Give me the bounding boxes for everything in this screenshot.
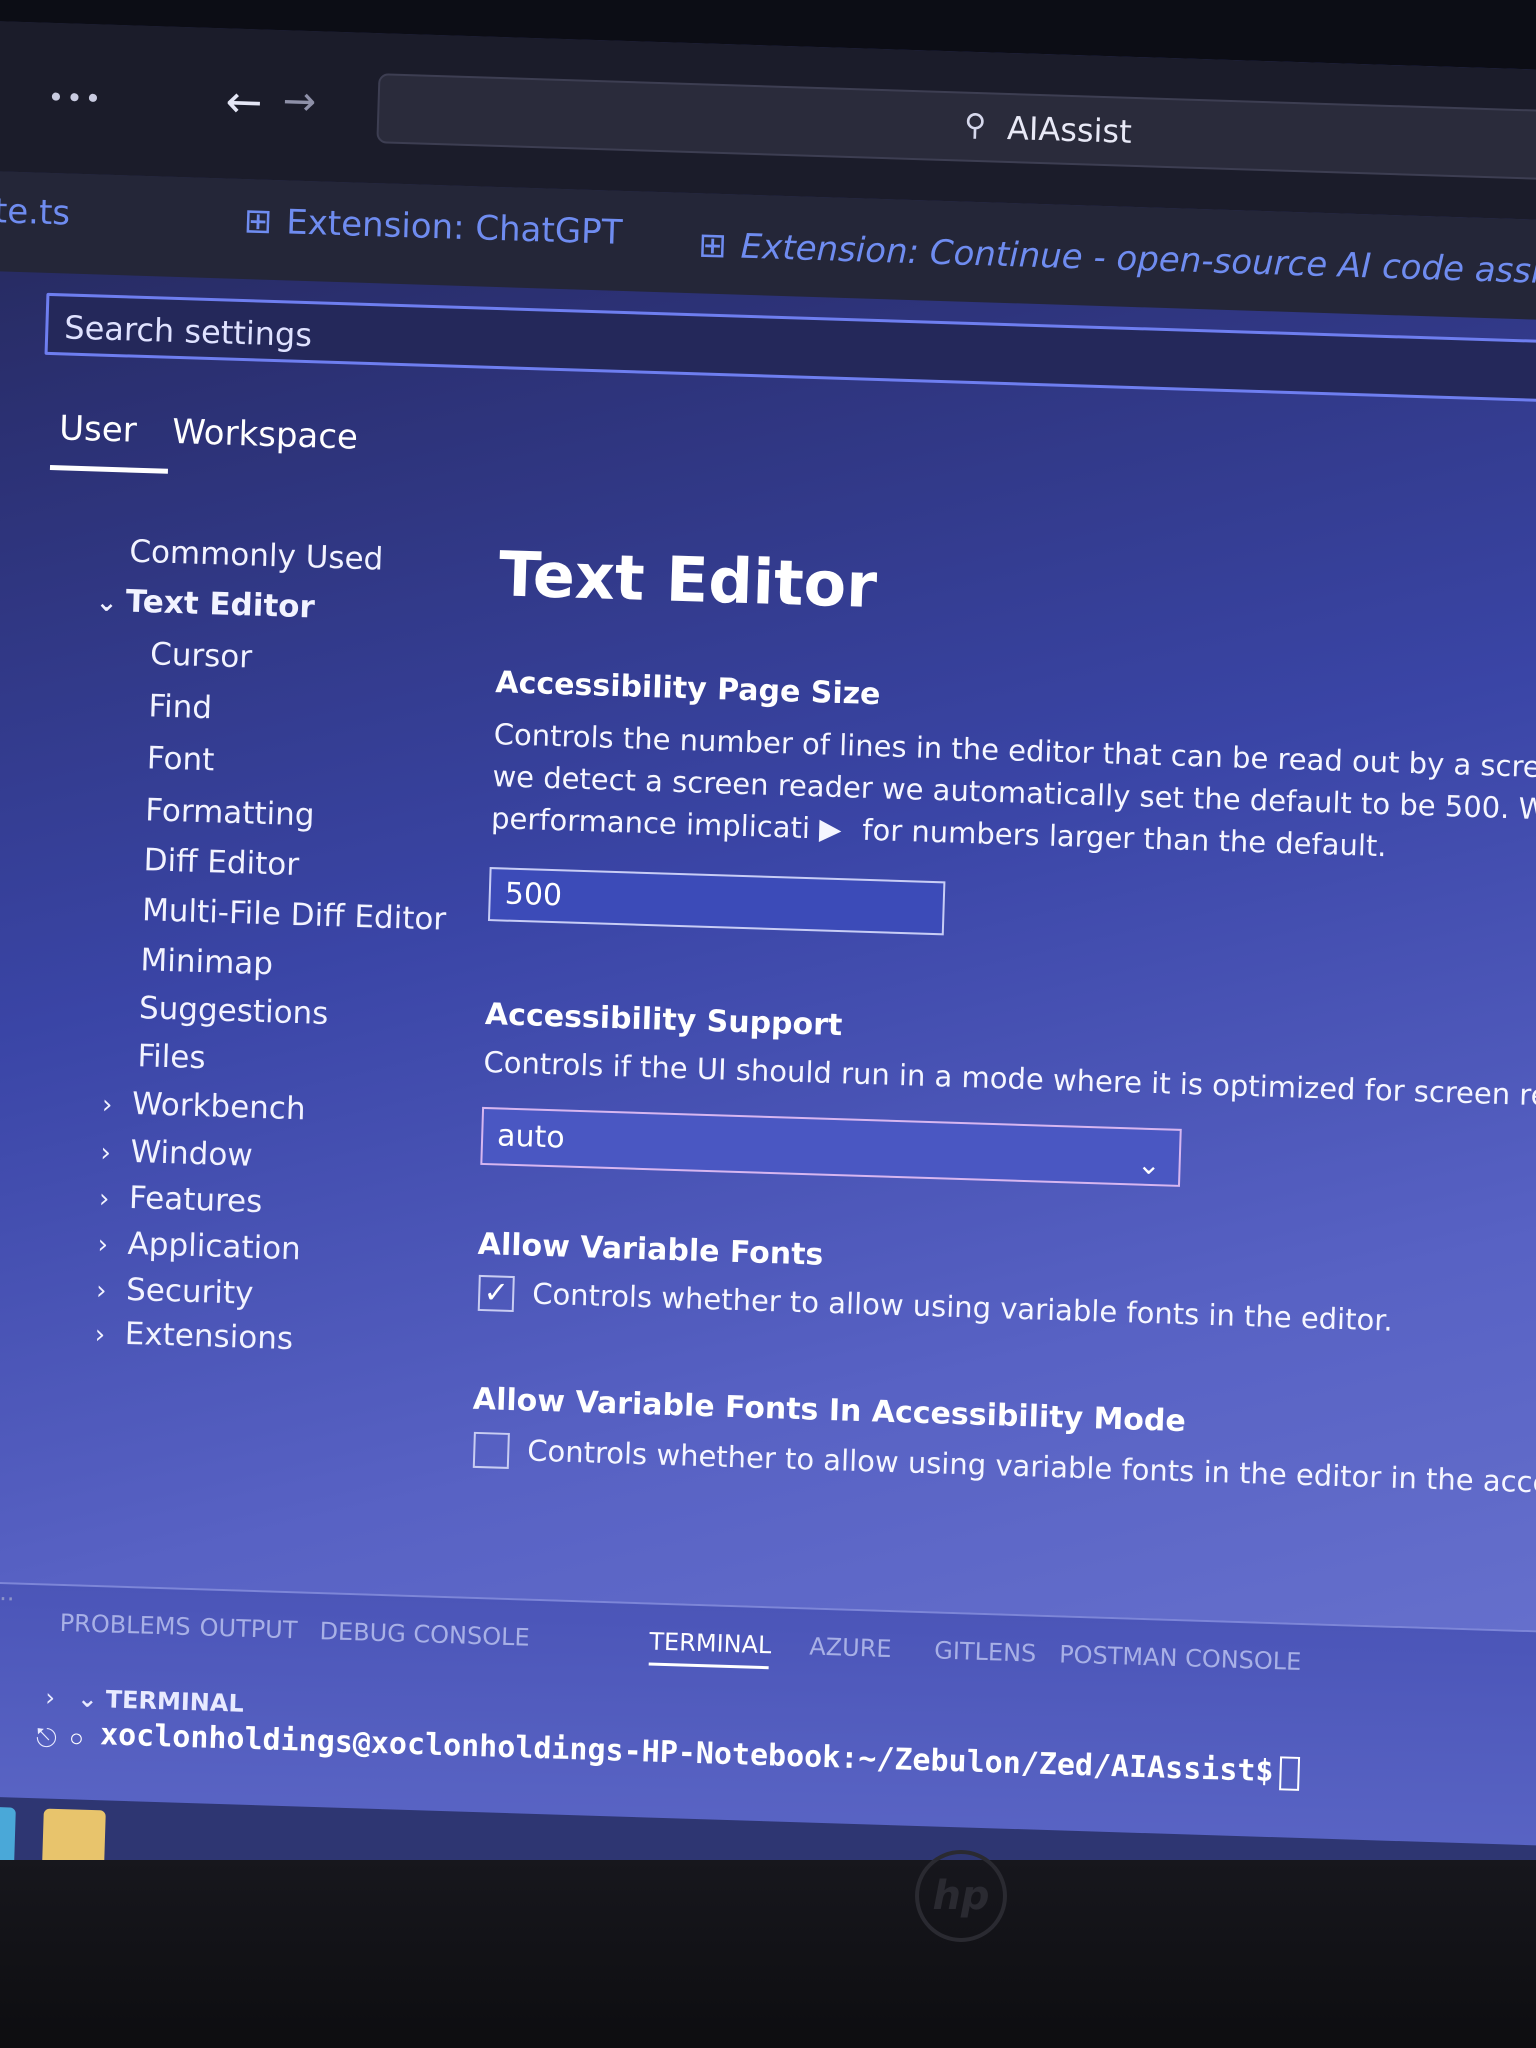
mouse-cursor-icon: ▶: [818, 811, 843, 847]
toc-item-commonly-used[interactable]: Commonly Used: [129, 534, 384, 578]
tab-extension-continue[interactable]: ⊞ Extension: Continue - open-source AI co…: [698, 225, 1536, 294]
tab-label: Extension: ChatGPT: [285, 202, 624, 253]
chevron-down-icon: ⌄: [95, 587, 119, 619]
setting-title-allow-variable-fonts: Allow Variable Fonts: [477, 1226, 824, 1273]
setting-desc-part: performance implicati: [490, 801, 811, 846]
tab-gitlens[interactable]: GITLENS: [934, 1636, 1037, 1667]
toc-label: Commonly Used: [128, 533, 384, 578]
toc-label: Features: [128, 1179, 263, 1221]
plug-icon: ⎋: [35, 1723, 58, 1754]
hp-logo-text: hp: [932, 1873, 990, 1919]
text-cursor: [1278, 1755, 1301, 1791]
chevron-right-icon: ›: [101, 1090, 113, 1121]
toc-item-formatting[interactable]: Formatting: [145, 792, 315, 833]
toc-item-window[interactable]: › Window: [100, 1133, 253, 1174]
checkmark-icon: ✓: [483, 1275, 510, 1311]
sidebar-truncated-label: UD...: [0, 1576, 16, 1607]
command-center[interactable]: ⚲ AIAssist: [376, 73, 1536, 183]
toc-label: Files: [136, 1038, 207, 1077]
toc-item-cursor[interactable]: Cursor: [150, 636, 253, 675]
toc-label: Extensions: [124, 1315, 294, 1358]
chevron-down-icon: ⌄: [1136, 1147, 1162, 1182]
tab-terminal[interactable]: TERMINAL: [649, 1627, 772, 1659]
laptop-bezel: [0, 1860, 1536, 2048]
chevron-right-icon: ›: [98, 1183, 110, 1215]
tab-problems[interactable]: PROBLEMS: [59, 1609, 191, 1641]
toc-label: Multi-File Diff Editor: [141, 892, 447, 938]
toc-item-diff-editor[interactable]: Diff Editor: [143, 842, 300, 883]
toc-label: Application: [127, 1225, 302, 1268]
toc-label: Text Editor: [125, 583, 316, 626]
setting-desc: Controls whether to allow using variable…: [526, 1433, 1536, 1501]
toc-label: Window: [129, 1133, 254, 1174]
chevron-right-icon[interactable]: ›: [45, 1684, 55, 1712]
toc-label: Formatting: [144, 792, 316, 834]
accessibility-support-select[interactable]: auto ⌄: [480, 1106, 1182, 1187]
chevron-right-icon: ›: [97, 1229, 109, 1261]
extensions-icon: ⊞: [697, 225, 728, 267]
setting-title-allow-variable-fonts-accessibility: Allow Variable Fonts In Accessibility Mo…: [472, 1381, 1187, 1440]
terminal-header-label: TERMINAL: [105, 1685, 245, 1718]
tab-user[interactable]: User: [59, 408, 138, 450]
chevron-right-icon: ›: [94, 1319, 106, 1351]
status-circle-icon: ○: [70, 1727, 83, 1749]
hp-logo: hp: [915, 1850, 1007, 1942]
toc-label: Security: [125, 1271, 255, 1312]
chevron-right-icon: ›: [100, 1137, 112, 1169]
vscode-app-icon[interactable]: [0, 1805, 16, 1866]
allow-variable-fonts-checkbox[interactable]: ✓: [477, 1274, 515, 1313]
extensions-icon: ⊞: [243, 201, 273, 242]
toc-item-features[interactable]: › Features: [99, 1179, 263, 1220]
tab-label: Extension: Continue - open-source AI cod…: [740, 226, 1536, 295]
toc-label: Diff Editor: [143, 842, 300, 884]
toc-label: Suggestions: [138, 990, 329, 1033]
tab-extension-chatgpt[interactable]: ⊞ Extension: ChatGPT: [243, 201, 623, 253]
toc-item-text-editor[interactable]: ⌄ Text Editor: [95, 583, 315, 626]
tab-te-ts[interactable]: te.ts: [0, 191, 71, 233]
toc-item-workbench[interactable]: › Workbench: [101, 1085, 307, 1128]
search-icon: ⚲: [963, 107, 987, 144]
setting-title-page-size: Accessibility Page Size: [494, 665, 881, 713]
vscode-window: ••• ← → ⚲ AIAssist te.ts ⊞ Extension: Cha…: [0, 20, 1536, 1921]
arrow-left-icon[interactable]: ←: [225, 76, 263, 128]
allow-variable-fonts-accessibility-checkbox[interactable]: [472, 1431, 510, 1469]
toc-label: Find: [147, 688, 213, 727]
arrow-right-icon[interactable]: →: [282, 78, 317, 125]
toc-item-minimap[interactable]: Minimap: [140, 942, 274, 982]
setting-desc: Controls whether to allow using variable…: [531, 1276, 1394, 1338]
more-actions-button[interactable]: •••: [47, 81, 104, 116]
toc-label: Minimap: [139, 942, 274, 983]
toc-item-extensions[interactable]: › Extensions: [94, 1315, 293, 1357]
terminal-section-header[interactable]: ⌄ TERMINAL: [77, 1685, 244, 1718]
toc-item-suggestions[interactable]: Suggestions: [138, 990, 328, 1032]
setting-title-accessibility-support: Accessibility Support: [484, 996, 843, 1044]
tab-azure[interactable]: AZURE: [809, 1632, 892, 1663]
tab-workspace[interactable]: Workspace: [172, 412, 359, 458]
toc-item-find[interactable]: Find: [148, 688, 213, 726]
section-title: Text Editor: [497, 537, 878, 623]
tab-output[interactable]: OUTPUT: [199, 1613, 298, 1644]
toc-item-application[interactable]: › Application: [97, 1225, 301, 1267]
setting-desc-part: for numbers larger than the default.: [861, 812, 1388, 864]
active-tab-indicator: [49, 465, 169, 474]
chevron-right-icon: ›: [95, 1275, 108, 1307]
toc-item-security[interactable]: › Security: [96, 1271, 254, 1312]
command-center-label: AIAssist: [1006, 108, 1133, 151]
setting-desc: Controls if the UI should run in a mode …: [482, 1044, 1536, 1113]
toc-item-files[interactable]: Files: [137, 1038, 206, 1076]
tab-label: te.ts: [0, 191, 71, 234]
toc-item-font[interactable]: Font: [146, 740, 215, 778]
toc-label: Workbench: [131, 1085, 307, 1128]
page-size-input[interactable]: 500: [487, 867, 946, 936]
select-value: auto: [496, 1118, 566, 1156]
toc-label: Cursor: [149, 636, 253, 676]
toc-label: Font: [146, 740, 215, 779]
toc-item-multi-file-diff-editor[interactable]: Multi-File Diff Editor: [142, 892, 447, 938]
